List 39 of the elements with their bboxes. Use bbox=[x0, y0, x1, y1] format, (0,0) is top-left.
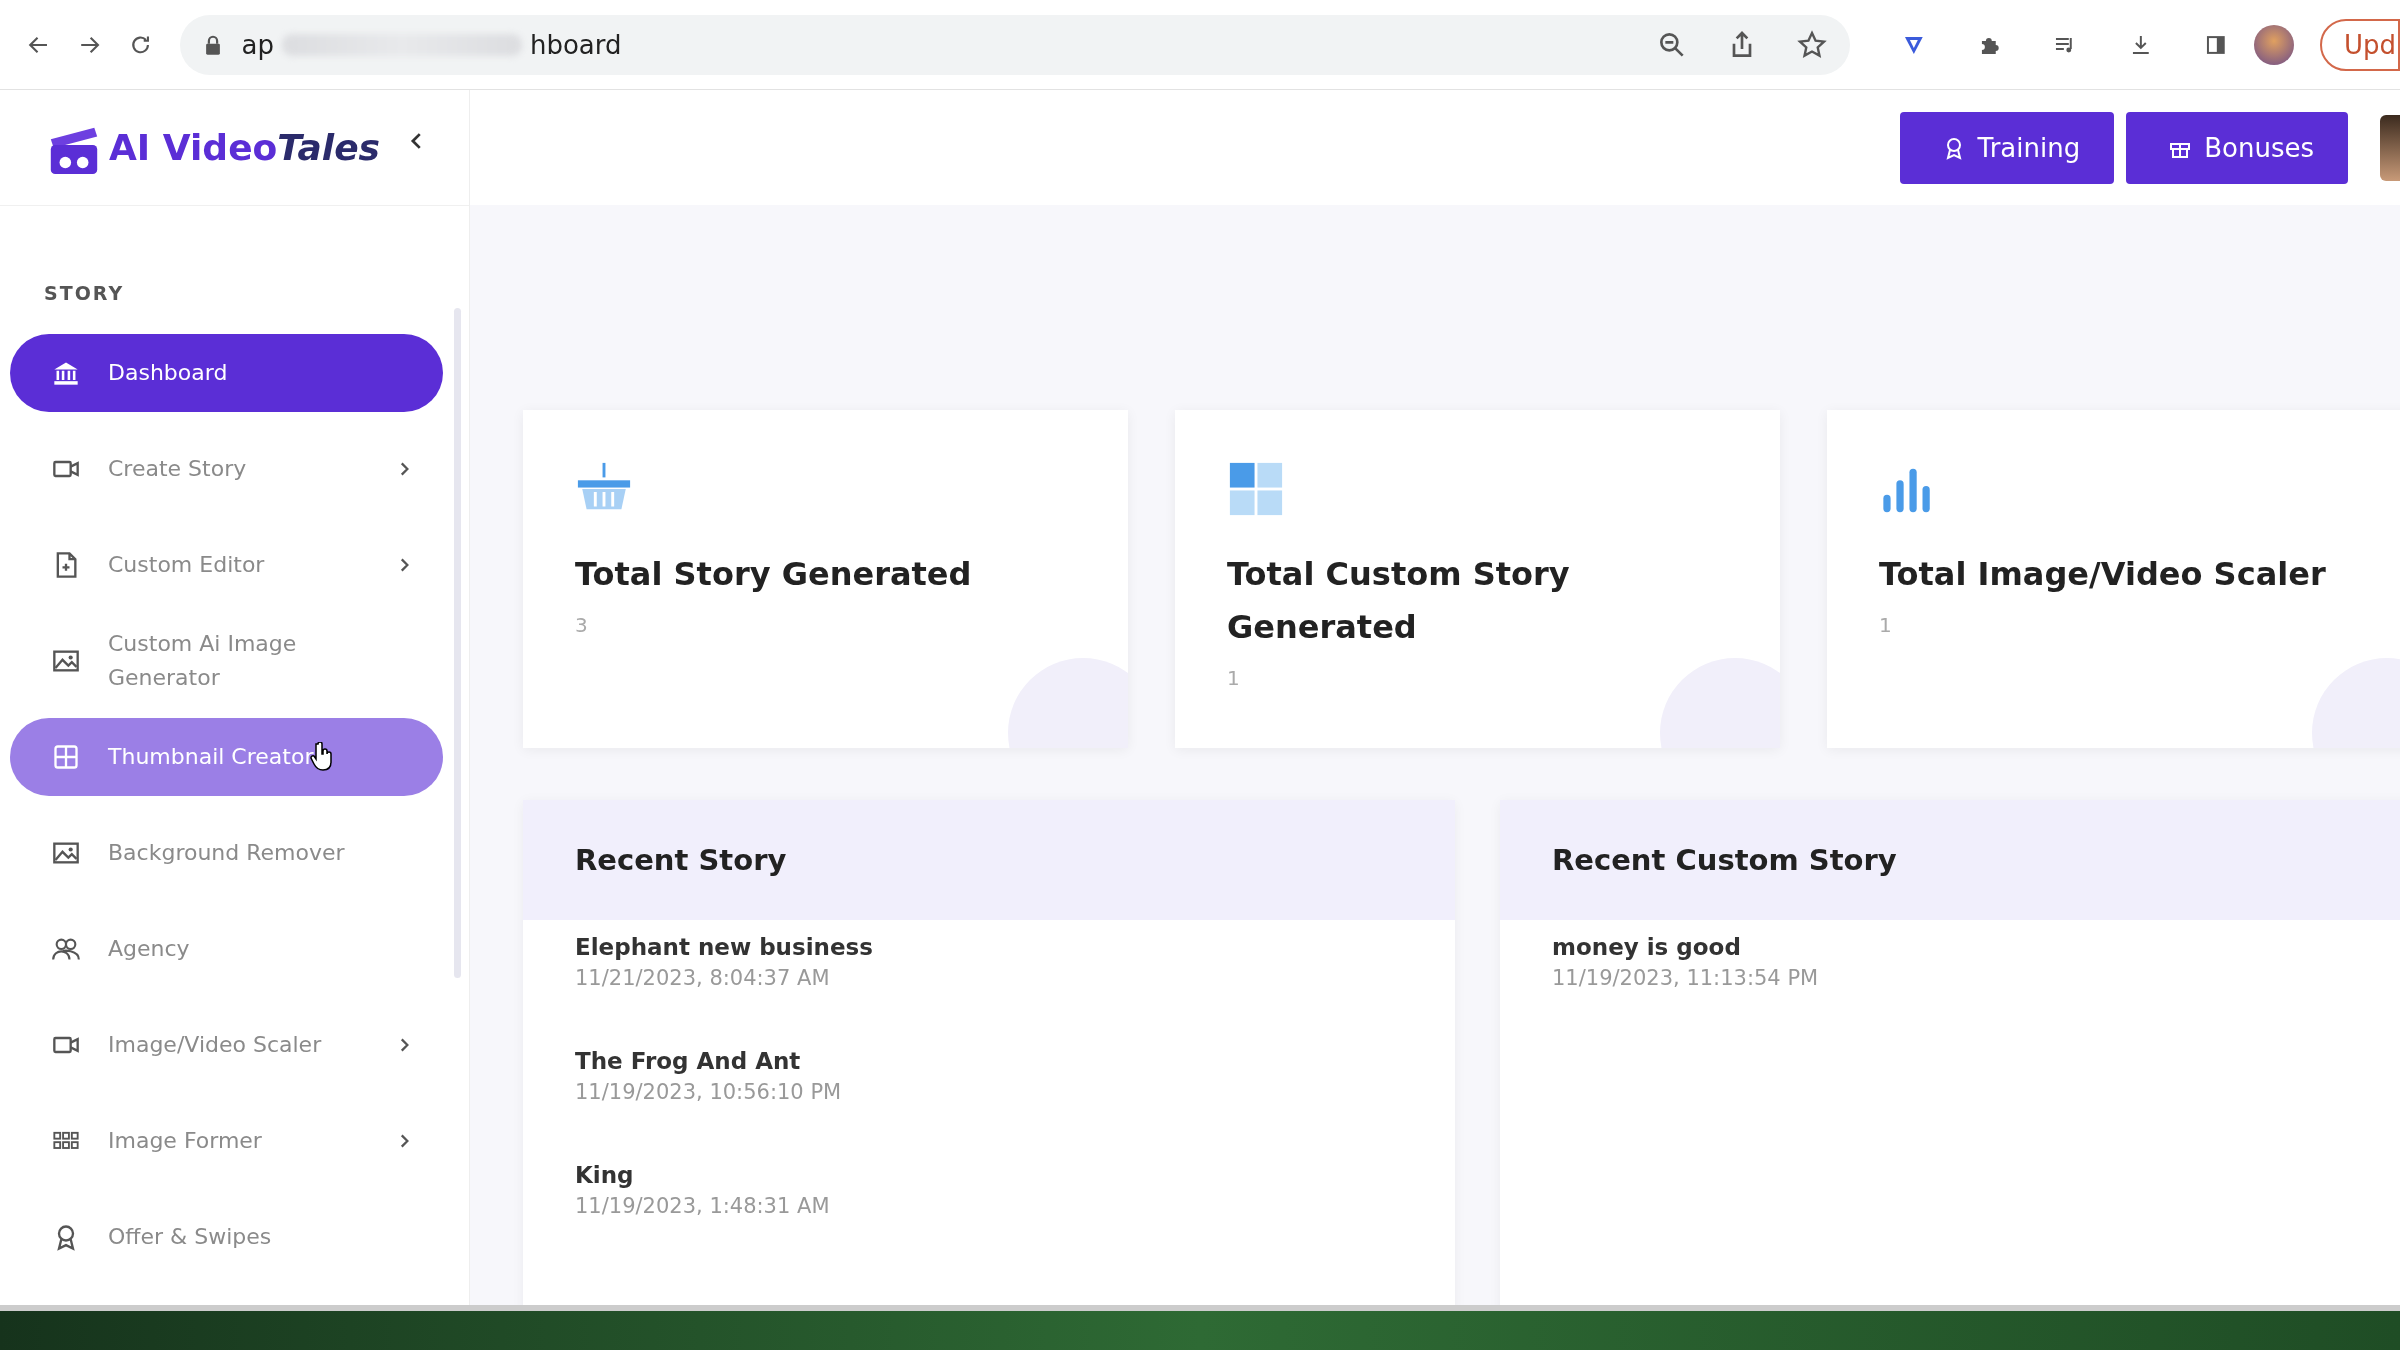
sidebar-item[interactable]: Dashboard bbox=[10, 334, 443, 412]
header-button[interactable]: Training bbox=[1899, 111, 2115, 184]
scrollbar[interactable] bbox=[454, 308, 461, 978]
story-date: 11/19/2023, 10:56:10 PM bbox=[575, 1080, 842, 1104]
sidebar-item[interactable]: Custom Ai Image Generator bbox=[10, 622, 443, 700]
story-name[interactable]: King bbox=[575, 1162, 634, 1188]
sidebar-item[interactable]: Image Former bbox=[10, 1102, 443, 1180]
sidebar-item[interactable]: Thumbnail Creator bbox=[10, 718, 443, 796]
sidebar-item[interactable]: Create Story bbox=[10, 430, 443, 508]
story-name[interactable]: money is good bbox=[1552, 934, 1741, 960]
section-label: STORY bbox=[43, 282, 126, 304]
sidebar-item[interactable]: Background Remover bbox=[10, 814, 443, 892]
story-date: 11/19/2023, 11:13:54 PM bbox=[1552, 966, 1819, 990]
story-name[interactable]: Elephant new business bbox=[575, 934, 873, 960]
stat-title: Total Custom Story Generated bbox=[1227, 554, 1571, 648]
update-button[interactable]: Upd bbox=[2319, 18, 2400, 71]
story-name[interactable]: The Frog And Ant bbox=[575, 1048, 801, 1074]
tiles-icon bbox=[1227, 460, 1285, 518]
stat-value: 1 bbox=[1227, 666, 1241, 690]
panel-title: Recent Story bbox=[575, 843, 787, 877]
stat-title: Total Story Generated bbox=[575, 554, 973, 595]
url-text: ap bbox=[241, 29, 274, 60]
stat-value: 1 bbox=[1879, 613, 1893, 637]
grid-icon bbox=[52, 743, 80, 771]
sidebar-item[interactable]: Offer & Swipes bbox=[10, 1198, 443, 1276]
sidebar-item[interactable]: Agency bbox=[10, 910, 443, 988]
url-text: hboard bbox=[529, 29, 622, 60]
stat-value: 3 bbox=[575, 613, 589, 637]
star-icon[interactable] bbox=[1795, 28, 1828, 61]
logo-text: AI VideoTales bbox=[109, 127, 381, 168]
story-date: 11/19/2023, 1:48:31 AM bbox=[575, 1194, 830, 1218]
story-date: 11/21/2023, 8:04:37 AM bbox=[575, 966, 830, 990]
stat-title: Total Image/Video Scaler bbox=[1879, 554, 2327, 595]
sidebar-item[interactable]: Image/Video Scaler bbox=[10, 1006, 443, 1084]
sidebar-item[interactable]: Custom Editor bbox=[10, 526, 443, 604]
header-button[interactable]: Bonuses bbox=[2126, 111, 2348, 184]
profile-avatar[interactable] bbox=[2253, 24, 2294, 65]
panel-title: Recent Custom Story bbox=[1552, 843, 1897, 877]
address-bar[interactable]: ap hboard bbox=[179, 14, 1850, 75]
